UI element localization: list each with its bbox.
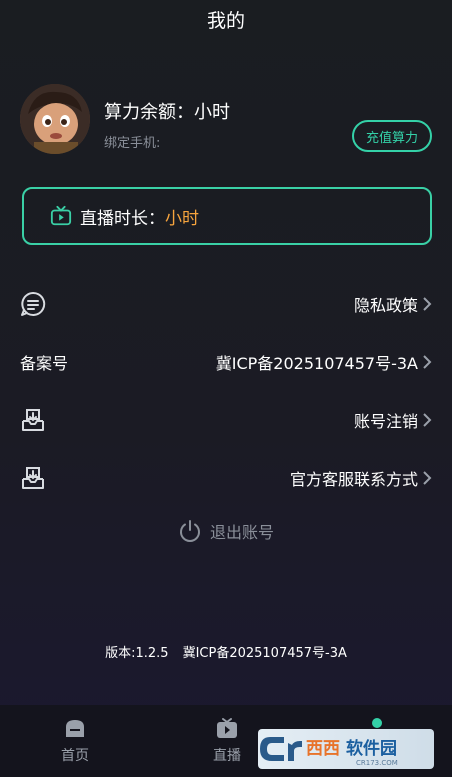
profile-section: 算力余额：小时 绑定手机: 充值算力 — [20, 84, 432, 160]
logout-label: 退出账号 — [209, 523, 274, 542]
chevron-right-icon — [423, 471, 432, 485]
watermark-logo: 西西 软件园 CR173.COM — [258, 729, 434, 769]
balance-label: 算力余额： — [104, 102, 194, 123]
tab-live[interactable]: 直播 — [192, 717, 262, 765]
icp-number: 冀ICP备2025107457号-3A — [215, 354, 418, 373]
phone-label: 绑定手机: — [104, 136, 161, 151]
tv-icon — [50, 205, 72, 226]
menu-item-label: 隐私政策 — [353, 296, 418, 315]
version-icp: 冀ICP备2025107457号-3A — [182, 646, 347, 661]
live-duration-value: 小时 — [165, 208, 199, 229]
menu-item-customer-service[interactable]: 官方客服联系方式 — [20, 458, 432, 498]
balance-text: 算力余额：小时 — [104, 98, 230, 124]
power-icon — [180, 520, 200, 542]
menu-item-label: 账号注销 — [353, 412, 418, 431]
page-title: 我的 — [206, 10, 245, 32]
tab-label: 直播 — [213, 748, 241, 764]
inbox-download-icon — [22, 409, 44, 431]
avatar-image — [20, 84, 90, 154]
live-duration-card[interactable]: 直播时长： 小时 — [22, 187, 432, 245]
message-list-icon — [21, 291, 46, 316]
version-info: 版本:1.2.5 冀ICP备2025107457号-3A — [0, 642, 452, 661]
icp-label: 备案号 — [20, 354, 69, 373]
chevron-right-icon — [423, 413, 432, 427]
svg-text:软件园: 软件园 — [346, 738, 397, 759]
menu-item-account-cancel[interactable]: 账号注销 — [20, 400, 432, 440]
watermark-logo-image: 西西 软件园 CR173.COM — [260, 737, 398, 767]
tab-label: 首页 — [61, 748, 89, 764]
menu-item-label: 官方客服联系方式 — [289, 470, 418, 489]
inbox-download-icon — [22, 467, 44, 489]
avatar[interactable] — [20, 84, 90, 154]
version-text: 版本:1.2.5 — [105, 646, 169, 661]
balance-value: 小时 — [194, 102, 230, 123]
tv-icon — [217, 718, 237, 738]
logout-button[interactable]: 退出账号 — [0, 519, 452, 543]
recharge-button[interactable]: 充值算力 — [352, 120, 432, 152]
tab-home[interactable]: 首页 — [40, 717, 110, 765]
chevron-right-icon — [423, 297, 432, 311]
live-duration-label: 直播时长： — [80, 208, 165, 229]
home-icon — [66, 720, 84, 737]
menu-item-privacy[interactable]: 隐私政策 — [20, 284, 432, 324]
chevron-right-icon — [423, 355, 432, 369]
svg-text:CR173.COM: CR173.COM — [356, 759, 398, 767]
bottom-tab-bar: 首页 直播 我的 西西 软件园 CR173.COM — [0, 705, 452, 777]
svg-text:西西: 西西 — [306, 739, 340, 759]
menu-item-icp[interactable]: 备案号 冀ICP备2025107457号-3A — [20, 342, 432, 382]
